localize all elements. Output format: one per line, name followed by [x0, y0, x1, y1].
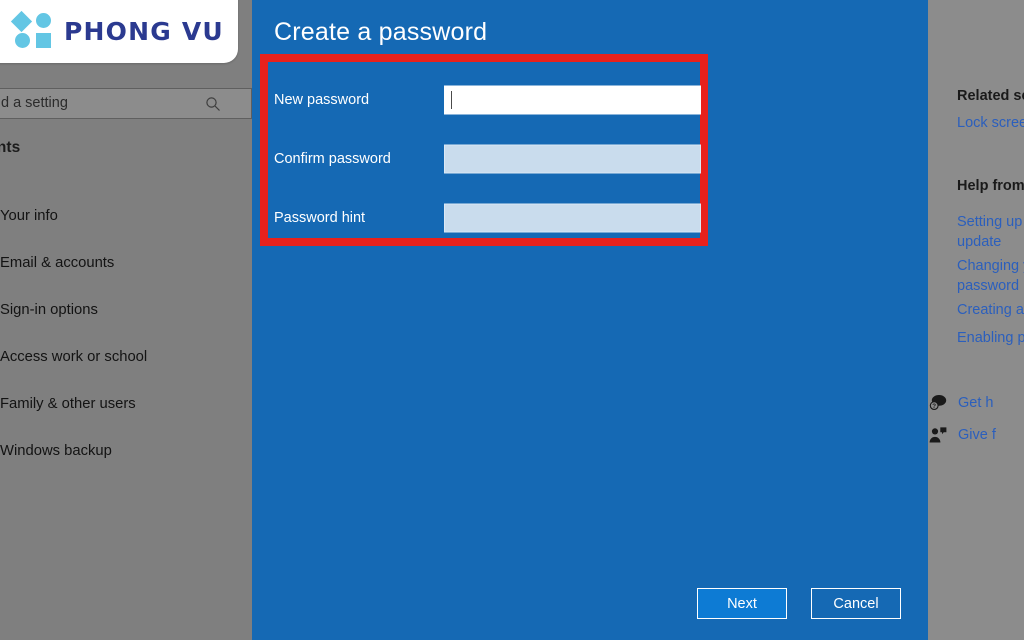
sidebar-item-windows-backup[interactable]: Windows backup [0, 427, 252, 474]
help-link-creating-a[interactable]: Creating a [957, 300, 1024, 320]
brand-name: PHONG VU [64, 17, 224, 46]
settings-sidebar: PHONG VU d a setting ounts Your info Ema… [0, 0, 252, 640]
sidebar-item-label: Access work or school [0, 348, 148, 365]
help-heading: Help from [957, 178, 1024, 194]
give-feedback-action[interactable]: Give f [929, 425, 996, 445]
form-row-new-password: New password [274, 70, 704, 129]
new-password-label: New password [274, 91, 370, 108]
circle-icon [36, 12, 51, 28]
cancel-button[interactable]: Cancel [811, 588, 901, 619]
help-link-enabling-p[interactable]: Enabling p [957, 328, 1024, 348]
sidebar-nav: Your info Email & accounts Sign-in optio… [0, 192, 252, 474]
brand-logo-mark [10, 10, 54, 50]
sidebar-item-label: Family & other users [0, 395, 136, 412]
search-input[interactable]: d a setting [0, 88, 252, 119]
feedback-person-icon [928, 425, 948, 445]
diamond-icon [10, 10, 33, 32]
sidebar-item-your-info[interactable]: Your info [0, 192, 252, 239]
search-icon [205, 96, 221, 112]
confirm-password-label: Confirm password [274, 150, 391, 167]
text-caret [451, 90, 452, 109]
password-hint-label: Password hint [274, 209, 366, 226]
sidebar-item-sign-in-options[interactable]: Sign-in options [0, 286, 252, 333]
sidebar-item-label: Windows backup [0, 442, 112, 459]
give-feedback-label: Give f [958, 427, 996, 443]
sidebar-section-heading: ounts [0, 139, 21, 156]
confirm-password-input[interactable] [444, 144, 701, 173]
form-row-password-hint: Password hint [274, 188, 704, 247]
svg-text:?: ? [932, 403, 936, 410]
get-help-action[interactable]: ? Get h [929, 393, 994, 413]
password-hint-input[interactable] [444, 203, 701, 232]
help-bubble-icon: ? [928, 393, 948, 413]
related-settings-panel: Related set Lock scree Help from Setting… [928, 0, 1024, 640]
create-password-form: New password Confirm password Password h… [274, 70, 704, 247]
dialog-actions: Next Cancel [252, 588, 928, 620]
get-help-label: Get h [958, 395, 994, 411]
help-link-changing-password[interactable]: Changing y password [957, 256, 1024, 296]
circle-icon [15, 32, 30, 48]
brand-logo-plate: PHONG VU [0, 0, 238, 63]
sidebar-item-family-other-users[interactable]: Family & other users [0, 380, 252, 427]
sidebar-item-email-accounts[interactable]: Email & accounts [0, 239, 252, 286]
next-button[interactable]: Next [697, 588, 787, 619]
related-settings-heading: Related set [957, 88, 1024, 104]
new-password-input[interactable] [444, 85, 701, 114]
page-title: Create a password [274, 18, 488, 46]
settings-window: PHONG VU d a setting ounts Your info Ema… [0, 0, 1024, 640]
related-link-lock-screen[interactable]: Lock scree [957, 113, 1024, 133]
sidebar-item-label: Your info [0, 207, 58, 224]
search-input-text: d a setting [1, 95, 68, 112]
form-row-confirm-password: Confirm password [274, 129, 704, 188]
sidebar-item-label: Sign-in options [0, 301, 98, 318]
help-link-setting-up-update[interactable]: Setting up update [957, 212, 1024, 252]
main-content: Create a password New password Confirm p… [252, 0, 928, 640]
sidebar-item-label: Email & accounts [0, 254, 115, 271]
sidebar-item-access-work-or-school[interactable]: Access work or school [0, 333, 252, 380]
square-icon [36, 32, 51, 48]
